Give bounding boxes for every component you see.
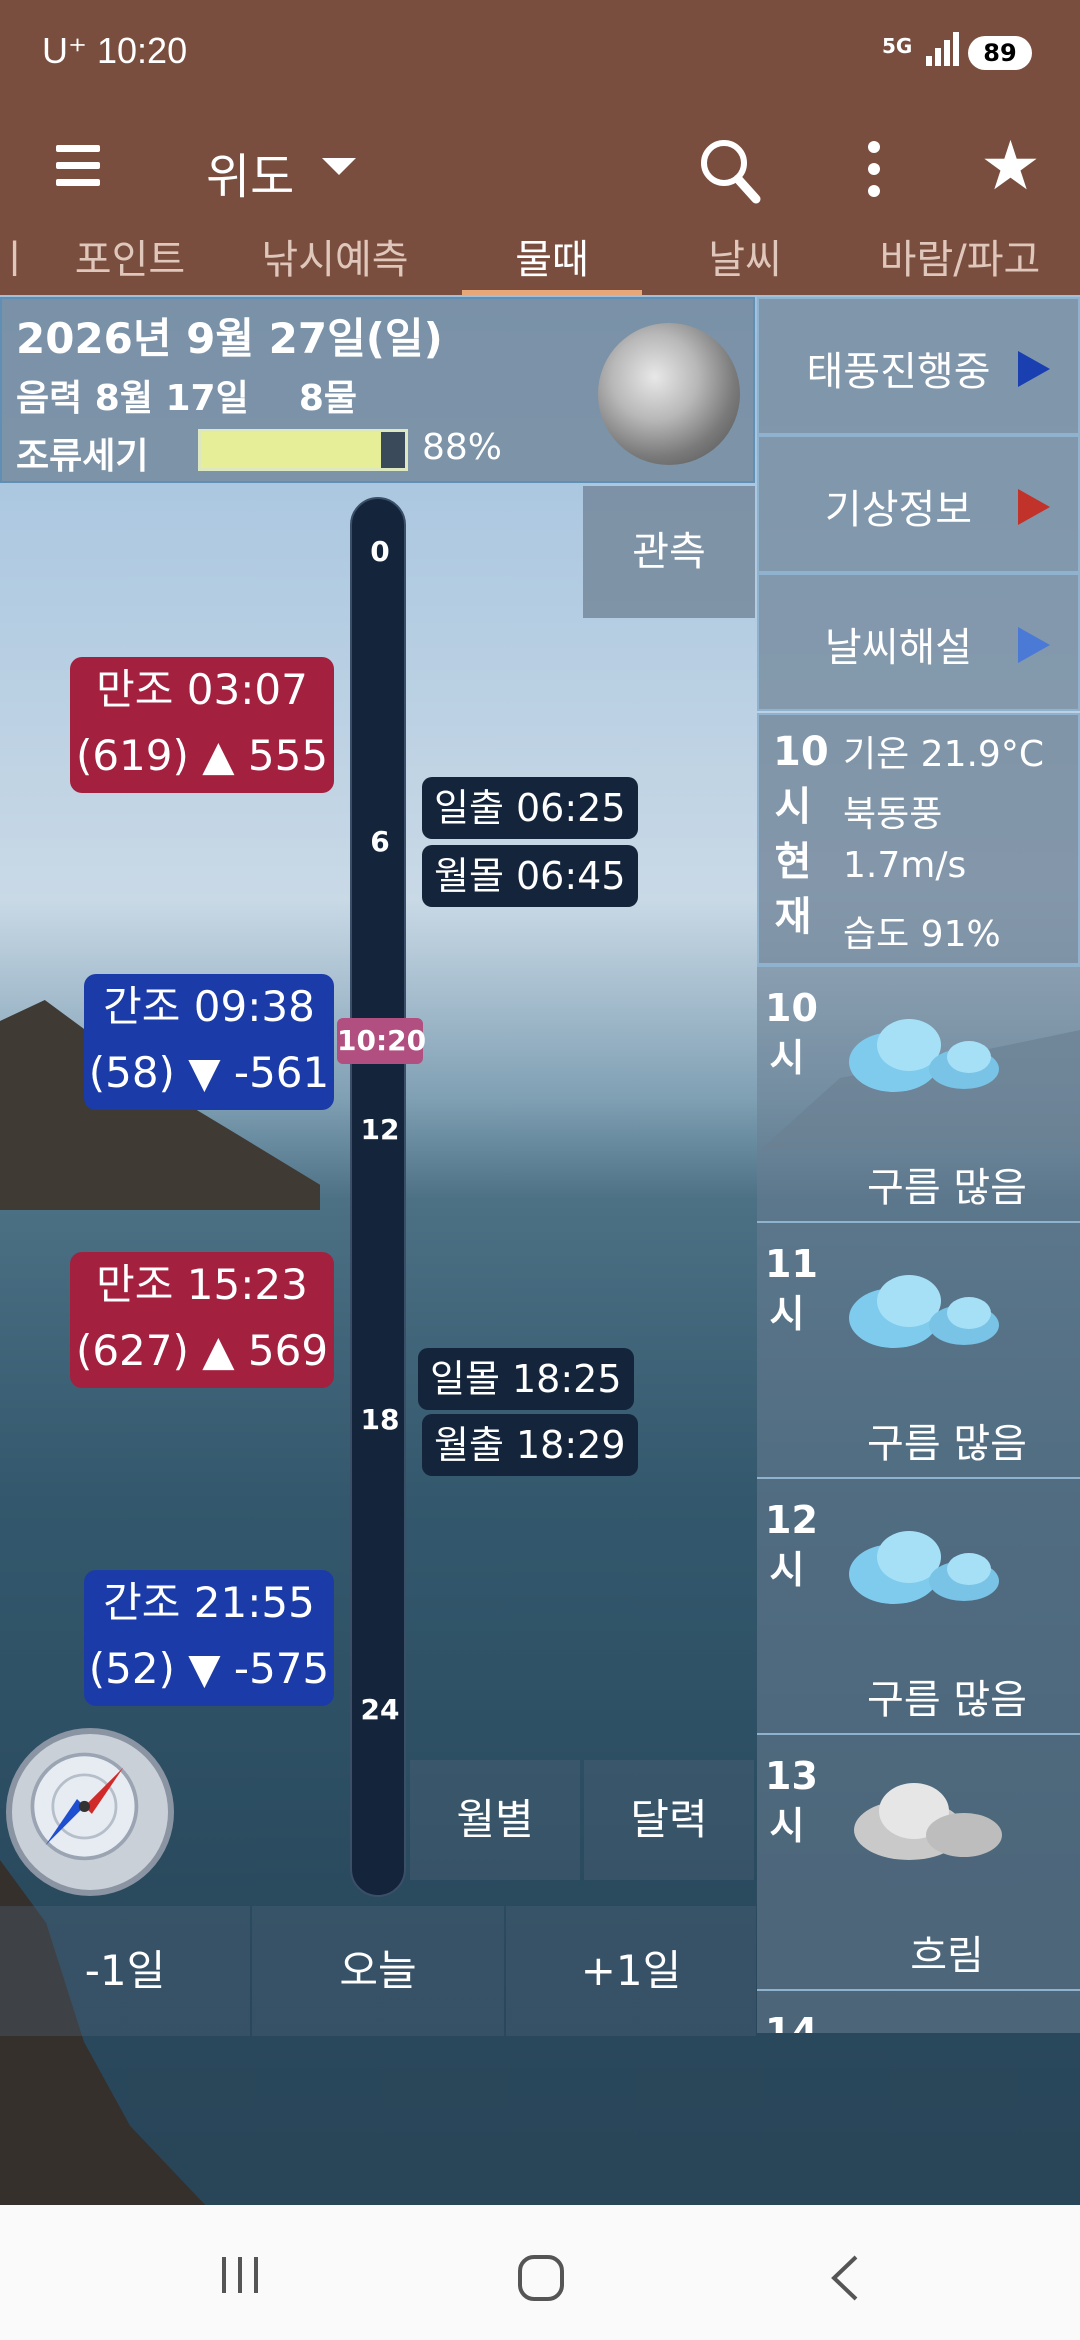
tab-points[interactable]: 포인트 [60,235,200,295]
compass-icon[interactable] [6,1728,174,1896]
tab-fishing-forecast[interactable]: 낚시예측 [250,235,420,295]
recents-icon[interactable] [216,2253,266,2297]
scale-tick: 12 [360,1113,400,1146]
moonrise-label: 월출 18:29 [422,1414,638,1476]
overcast-icon [854,1783,1002,1860]
tab-partial[interactable]: ㅣ [0,235,33,295]
high-tide-card: 만조 15:23 (627) ▲ 569 [70,1252,334,1388]
system-nav-bar [0,2205,1080,2340]
date-text: 2026년 9월 27일(일) [16,314,443,363]
scale-tick: 6 [370,825,390,858]
play-arrow-icon [1018,351,1050,387]
hourly-item: 10 시 구름 많음 [757,965,1080,1221]
typhoon-button[interactable]: 태풍진행중 [757,297,1080,435]
tide-strength-value: 88% [422,427,503,468]
app-toolbar: 위도 ★ [0,115,1080,235]
hourly-item: 12 시 구름 많음 [757,1477,1080,1733]
weather-commentary-button[interactable]: 날씨해설 [757,573,1080,711]
search-icon[interactable] [698,133,762,211]
battery-indicator: 89 [968,36,1032,70]
location-selector[interactable]: 위도 [206,137,294,207]
low-tide-card: 간조 21:55 (52) ▼ -575 [84,1570,334,1706]
status-time: U⁺ 10:20 [42,30,188,71]
monthly-button[interactable]: 월별 [410,1760,580,1880]
sunrise-label: 일출 06:25 [422,777,638,839]
tab-bar: ㅣ 포인트 낚시예측 물때 날씨 바람/파고 [0,235,1080,295]
scale-tick: 18 [360,1403,400,1436]
hourly-weather-panel[interactable]: 10 시 현 재 기온 21.9°C 북동풍 1.7m/s 습도 91% 10 시 구름… [757,713,1080,2033]
current-time-marker: 10:20 [337,1018,426,1064]
tab-wind-wave[interactable]: 바람/파고 [860,235,1060,295]
high-tide-card: 만조 03:07 (619) ▲ 555 [70,657,334,793]
current-temp: 기온 21.9°C [843,734,1044,775]
scale-tick: 24 [360,1693,400,1726]
menu-icon[interactable] [56,145,100,195]
more-vert-icon[interactable] [864,141,884,201]
hourly-item: 11 시 구름 많음 [757,1221,1080,1477]
current-label: 10 시 현 재 [773,729,829,940]
sunset-label: 일몰 18:25 [418,1348,634,1410]
weather-info-button[interactable]: 기상정보 [757,435,1080,573]
hourly-item: 13 시 흐림 [757,1733,1080,1989]
observation-button[interactable]: 관측 [583,486,755,618]
moon-phase-icon [598,323,740,465]
star-icon[interactable]: ★ [980,127,1041,207]
signal-icon [926,30,966,66]
current-wind-dir: 북동풍 [843,794,943,835]
calendar-button[interactable]: 달력 [584,1760,754,1880]
status-bar: U⁺ 10:20 5G 89 [0,0,1080,115]
lunar-date: 음력 8월 17일 8물 [16,378,358,419]
next-day-button[interactable]: +1일 [506,1906,756,2036]
hourly-item: 14 [757,1989,1080,2033]
play-arrow-icon [1018,627,1050,663]
back-icon[interactable] [826,2253,866,2303]
current-humidity: 습도 91% [843,914,1001,955]
date-info-panel: 2026년 9월 27일(일) 음력 8월 17일 8물 조류세기 88% [0,297,755,483]
tab-weather[interactable]: 날씨 [690,235,800,295]
moonset-label: 월몰 06:45 [422,845,638,907]
current-weather: 10 시 현 재 기온 21.9°C 북동풍 1.7m/s 습도 91% [757,713,1080,965]
tab-tide[interactable]: 물때 [462,235,642,295]
prev-day-button[interactable]: -1일 [0,1906,250,2036]
scale-tick: 0 [370,535,390,568]
network-type: 5G [882,34,913,58]
cloudy-icon [849,1019,999,1092]
play-arrow-icon [1018,489,1050,525]
current-wind-speed: 1.7m/s [843,845,967,886]
tide-strength-label: 조류세기 [16,436,149,477]
home-icon[interactable] [516,2253,566,2303]
today-button[interactable]: 오늘 [252,1906,504,2036]
cloudy-icon [849,1531,999,1604]
chevron-down-icon[interactable] [322,158,356,175]
tide-strength-bar [198,429,408,471]
tide-name: 8물 [298,378,358,419]
cloudy-icon [849,1275,999,1348]
low-tide-card: 간조 09:38 (58) ▼ -561 [84,974,334,1110]
time-scale: 0 6 12 18 24 [350,497,406,1897]
